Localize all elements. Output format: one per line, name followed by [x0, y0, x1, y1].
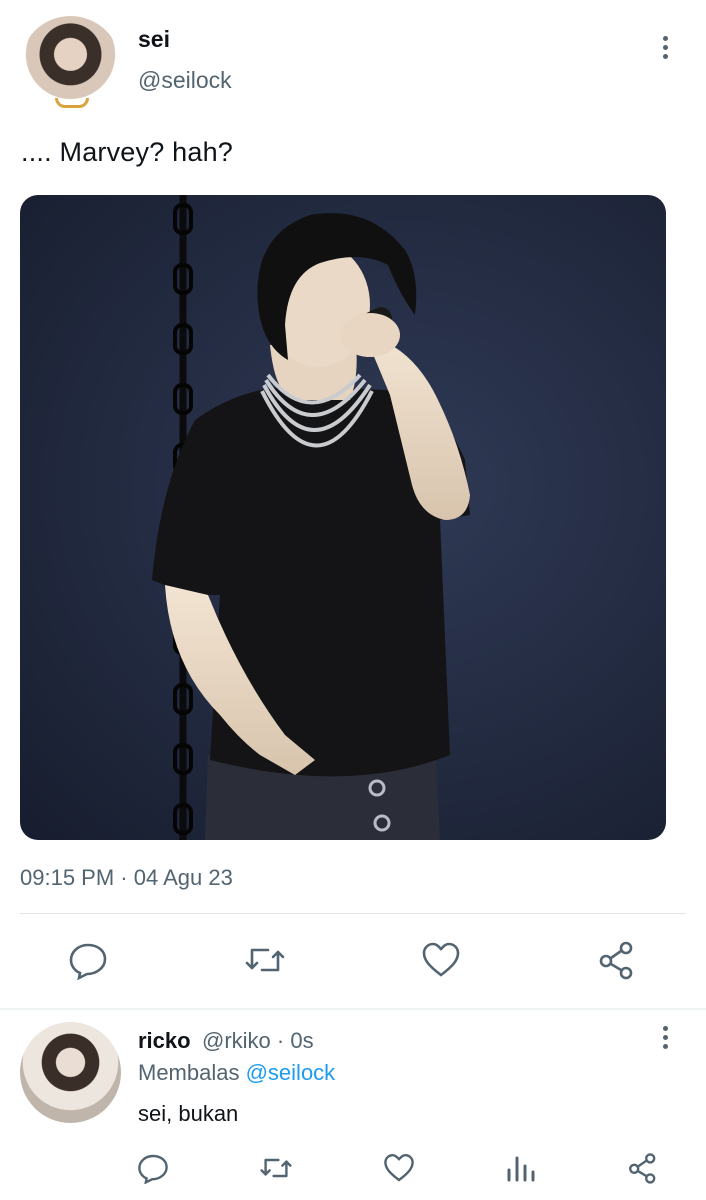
reply-tweet[interactable]: ricko @rkiko · 0s Membalas @seilock sei,… [0, 1010, 706, 1200]
reply-author-avatar[interactable] [20, 1022, 121, 1123]
reply-text: sei, bukan [138, 1101, 239, 1126]
replying-to-line: Membalas @seilock [138, 1060, 335, 1086]
reply-author-name[interactable]: ricko [138, 1028, 191, 1054]
reply-author-meta: @rkiko · 0s [202, 1028, 314, 1053]
more-options-icon[interactable] [656, 36, 674, 64]
author-handle[interactable]: @seilock [138, 67, 232, 94]
tweet: sei @seilock .... Marvey? hah? 09:15 PM … [0, 0, 706, 1010]
reply-views-icon[interactable] [506, 1152, 536, 1184]
reply-like-icon[interactable] [383, 1152, 415, 1184]
reply-more-options-icon[interactable] [656, 1026, 674, 1054]
author-avatar[interactable] [20, 16, 121, 117]
reply-retweet-icon[interactable] [259, 1152, 293, 1184]
tweet-timestamp[interactable]: 09:15 PM · 04 Agu 23 [20, 865, 233, 891]
tweet-text: .... Marvey? hah? [21, 137, 234, 167]
reply-icon[interactable] [68, 940, 108, 981]
replying-to-mention[interactable]: @seilock [246, 1060, 336, 1085]
divider [20, 913, 686, 914]
tweet-photo[interactable] [20, 195, 666, 840]
reply-share-icon[interactable] [627, 1152, 659, 1184]
author-name[interactable]: sei [138, 26, 170, 53]
replying-prefix: Membalas [138, 1060, 246, 1085]
reply-reply-icon[interactable] [137, 1152, 169, 1185]
share-icon[interactable] [597, 940, 637, 980]
retweet-icon[interactable] [244, 940, 285, 980]
like-icon[interactable] [421, 940, 461, 980]
